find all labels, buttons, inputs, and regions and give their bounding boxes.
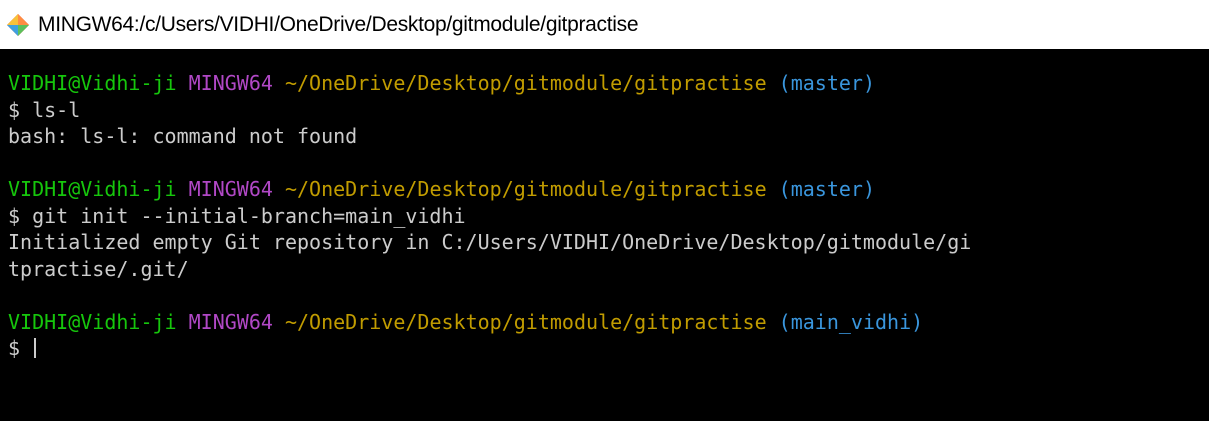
output-line: bash: ls-l: command not found bbox=[8, 124, 358, 148]
active-command-line[interactable]: $ bbox=[8, 335, 1203, 362]
prompt-line: VIDHI@Vidhi-ji MINGW64 ~/OneDrive/Deskto… bbox=[8, 176, 1203, 203]
prompt-path: ~/OneDrive/Desktop/gitmodule/gitpractise bbox=[284, 71, 767, 95]
prompt-user: VIDHI@Vidhi-ji bbox=[8, 71, 177, 95]
command-line: $ ls-l bbox=[8, 97, 81, 122]
terminal-output[interactable]: VIDHI@Vidhi-ji MINGW64 ~/OneDrive/Deskto… bbox=[8, 70, 1203, 415]
text-cursor bbox=[34, 338, 37, 358]
prompt-host: MINGW64 bbox=[188, 309, 273, 334]
window-title: MINGW64:/c/Users/VIDHI/OneDrive/Desktop/… bbox=[38, 12, 639, 36]
prompt-branch: (master) bbox=[778, 71, 875, 95]
prompt-user: VIDHI@Vidhi-ji bbox=[8, 177, 177, 201]
prompt-host: MINGW64 bbox=[188, 177, 273, 201]
output-line: tpractise/.git/ bbox=[8, 256, 189, 281]
title-bar[interactable]: MINGW64:/c/Users/VIDHI/OneDrive/Desktop/… bbox=[0, 0, 1209, 49]
command-line: $ git init --initial-branch=main_vidhi bbox=[8, 203, 466, 228]
terminal-window: MINGW64:/c/Users/VIDHI/OneDrive/Desktop/… bbox=[0, 0, 1209, 421]
prompt-user: VIDHI@Vidhi-ji bbox=[8, 309, 177, 334]
prompt-host: MINGW64 bbox=[188, 71, 273, 95]
prompt-path: ~/OneDrive/Desktop/gitmodule/gitpractise bbox=[284, 309, 767, 334]
output-line: Initialized empty Git repository in C:/U… bbox=[8, 230, 972, 254]
command-prompt: $ bbox=[8, 336, 33, 360]
prompt-branch: (master) bbox=[778, 177, 875, 201]
prompt-path: ~/OneDrive/Desktop/gitmodule/gitpractise bbox=[284, 177, 767, 201]
git-bash-icon bbox=[7, 13, 29, 36]
prompt-line: VIDHI@Vidhi-ji MINGW64 ~/OneDrive/Deskto… bbox=[8, 309, 1203, 336]
prompt-branch: (main_vidhi) bbox=[778, 309, 924, 334]
prompt-line: VIDHI@Vidhi-ji MINGW64 ~/OneDrive/Deskto… bbox=[8, 70, 1203, 97]
